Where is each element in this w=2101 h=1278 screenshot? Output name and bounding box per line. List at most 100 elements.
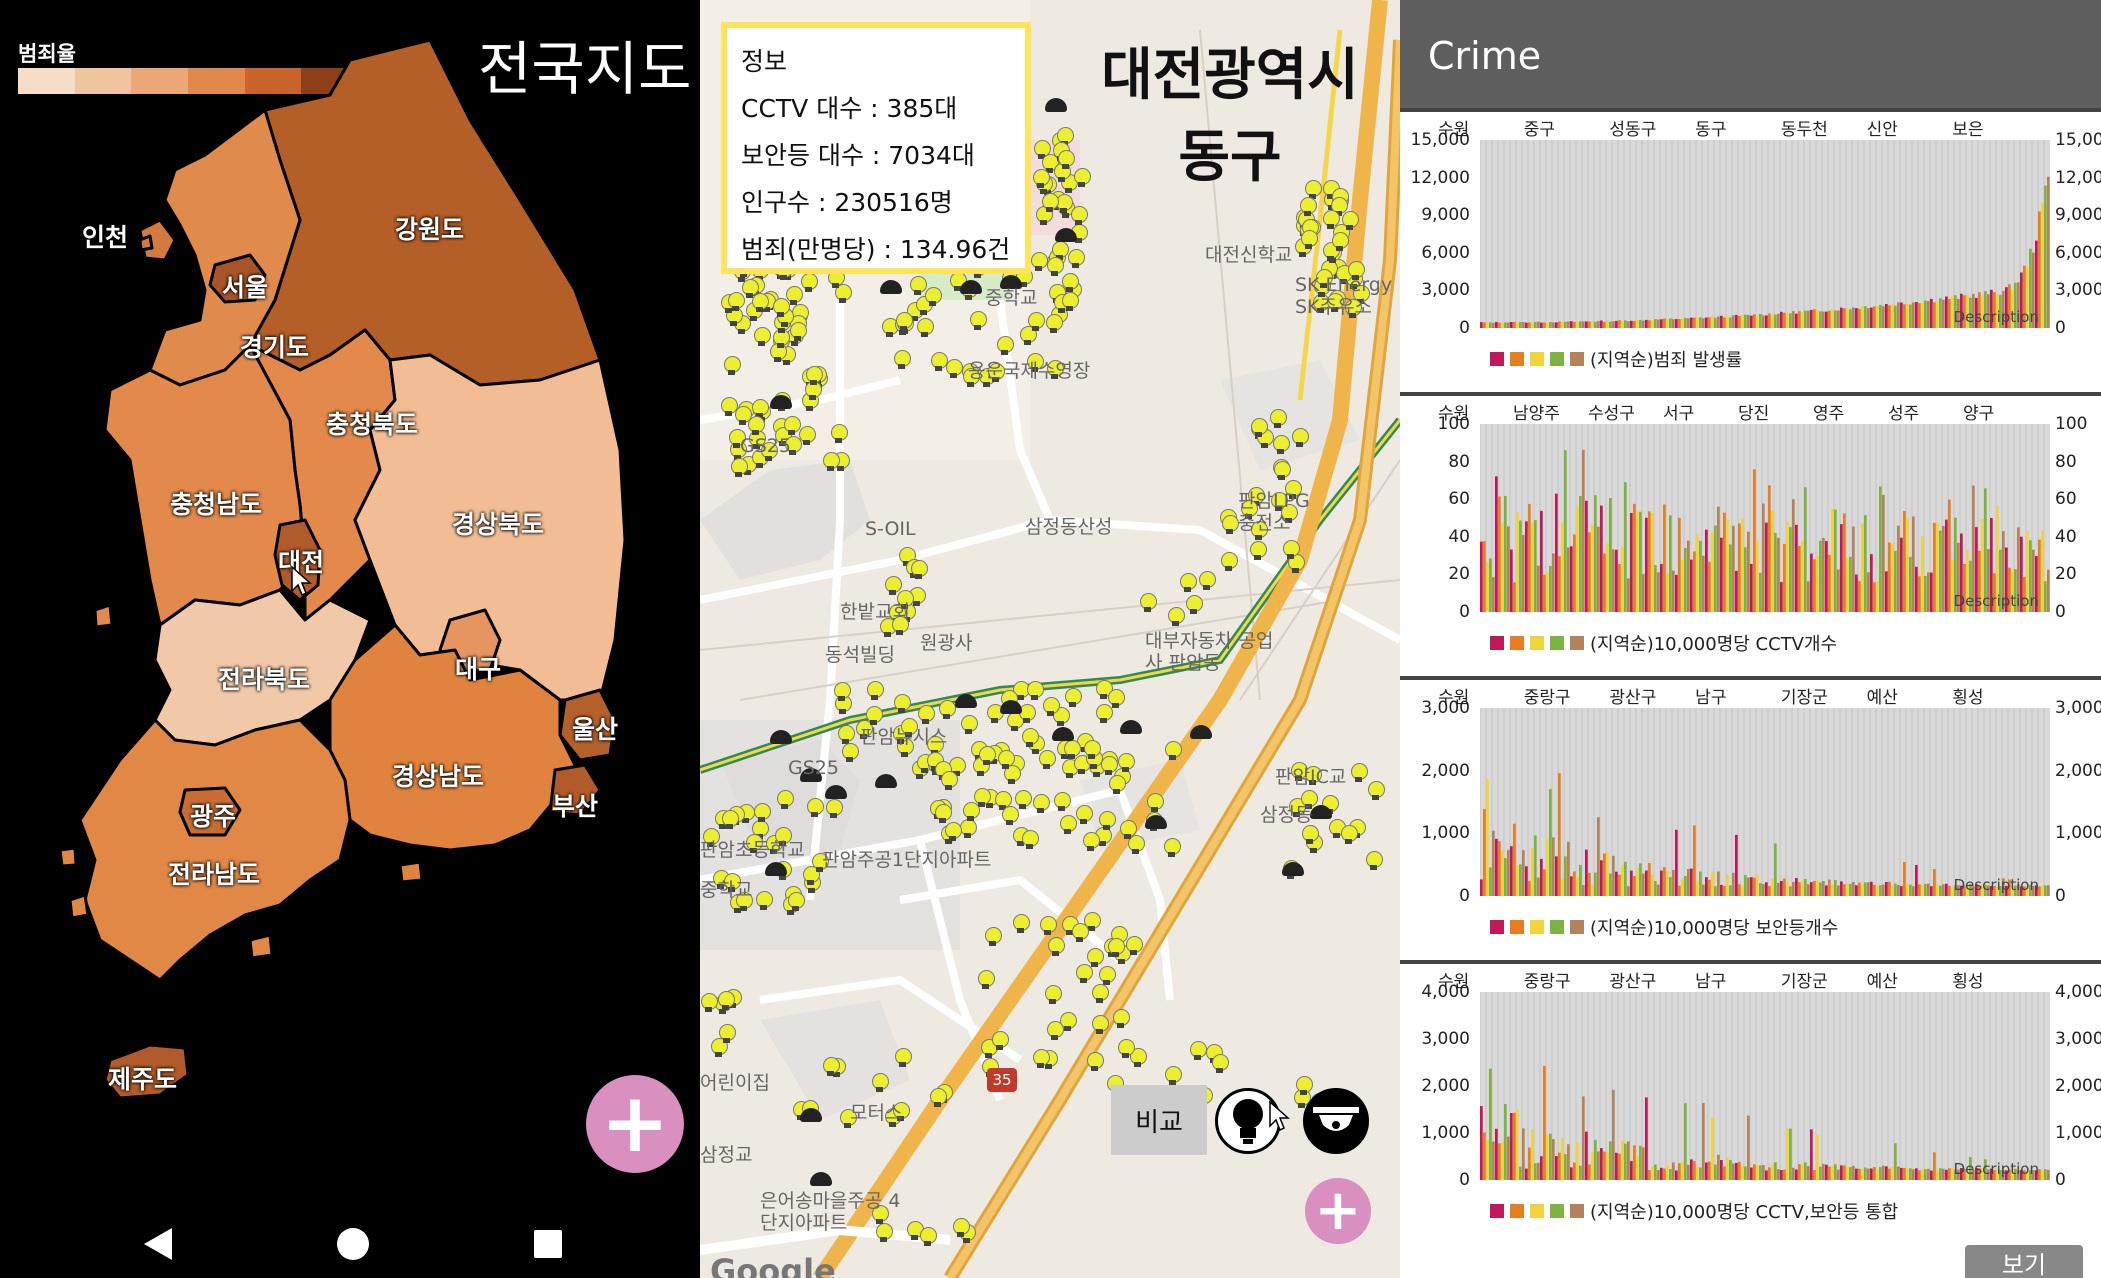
security-light-marker[interactable] <box>1022 727 1040 748</box>
security-light-marker[interactable] <box>985 926 1003 947</box>
security-light-marker[interactable] <box>1299 197 1317 217</box>
security-light-marker[interactable] <box>962 802 980 822</box>
security-light-marker[interactable] <box>961 715 979 735</box>
security-light-marker[interactable] <box>833 681 851 702</box>
security-light-marker[interactable] <box>1117 753 1135 773</box>
security-light-marker[interactable] <box>1291 427 1309 448</box>
security-light-marker[interactable] <box>1211 1053 1229 1074</box>
security-light-marker[interactable] <box>1044 984 1062 1005</box>
security-light-marker[interactable] <box>916 317 934 338</box>
security-light-marker[interactable] <box>1054 791 1072 812</box>
security-light-marker[interactable] <box>1270 408 1288 429</box>
security-light-marker[interactable] <box>1164 838 1182 858</box>
security-light-marker[interactable] <box>920 1226 938 1247</box>
security-light-marker[interactable] <box>1033 1048 1051 1069</box>
security-light-marker[interactable] <box>894 1047 912 1068</box>
security-light-marker[interactable] <box>969 310 987 331</box>
security-light-marker[interactable] <box>946 359 964 379</box>
security-light-marker[interactable] <box>1046 1020 1064 1041</box>
security-light-marker[interactable] <box>1002 805 1020 826</box>
security-light-marker[interactable] <box>1331 231 1349 252</box>
security-light-marker[interactable] <box>1351 762 1369 783</box>
security-light-marker[interactable] <box>1032 793 1050 814</box>
security-light-marker[interactable] <box>997 335 1015 356</box>
security-light-marker[interactable] <box>938 699 956 720</box>
security-light-marker[interactable] <box>1164 740 1182 761</box>
security-light-marker[interactable] <box>1062 291 1080 312</box>
security-light-marker[interactable] <box>1126 936 1144 956</box>
security-light-marker[interactable] <box>1092 1014 1110 1035</box>
chart-list[interactable]: 수원중구성동구동구동두천신안보은15,00015,00012,00012,000… <box>1400 108 2101 1278</box>
region-jeonnam[interactable] <box>78 718 352 982</box>
security-light-marker[interactable] <box>1075 805 1093 825</box>
security-light-marker[interactable] <box>1042 193 1060 213</box>
security-light-marker[interactable] <box>992 1030 1010 1051</box>
security-light-marker[interactable] <box>894 694 912 714</box>
security-light-marker[interactable] <box>1087 1052 1105 1072</box>
security-light-marker[interactable] <box>787 892 805 912</box>
security-light-marker[interactable] <box>1112 1009 1130 1029</box>
view-button[interactable]: 보기 <box>1965 1245 2083 1278</box>
security-light-marker[interactable] <box>1340 825 1358 845</box>
security-light-marker[interactable] <box>1367 781 1385 801</box>
security-light-marker[interactable] <box>1301 229 1319 250</box>
security-light-marker[interactable] <box>721 396 738 417</box>
home-circle-icon[interactable] <box>335 1226 371 1262</box>
security-light-marker[interactable] <box>1283 539 1301 560</box>
security-light-marker[interactable] <box>1046 314 1064 334</box>
security-light-marker[interactable] <box>754 802 772 823</box>
security-light-marker[interactable] <box>1199 570 1217 591</box>
security-light-marker[interactable] <box>978 745 996 766</box>
security-light-marker[interactable] <box>842 742 860 763</box>
security-light-marker[interactable] <box>701 992 719 1013</box>
security-light-marker[interactable] <box>1250 541 1268 561</box>
security-light-marker[interactable] <box>911 559 929 580</box>
security-light-marker[interactable] <box>977 970 995 990</box>
security-light-marker[interactable] <box>1028 311 1046 332</box>
security-light-marker[interactable] <box>1032 169 1050 189</box>
security-light-marker[interactable] <box>1189 1041 1207 1061</box>
security-light-marker[interactable] <box>1365 850 1383 871</box>
security-light-marker[interactable] <box>1108 937 1126 958</box>
security-light-marker[interactable] <box>1040 915 1058 936</box>
security-light-marker[interactable] <box>1140 593 1158 613</box>
security-light-marker[interactable] <box>944 821 962 842</box>
security-light-marker[interactable] <box>1098 810 1116 831</box>
security-light-marker[interactable] <box>1186 595 1204 615</box>
security-light-marker[interactable] <box>925 287 943 307</box>
security-light-marker[interactable] <box>721 810 739 830</box>
security-light-marker[interactable] <box>1047 936 1065 957</box>
security-light-marker[interactable] <box>742 279 760 299</box>
security-light-marker[interactable] <box>1059 815 1077 835</box>
security-light-marker[interactable] <box>884 575 902 596</box>
security-light-marker[interactable] <box>823 451 840 472</box>
security-light-marker[interactable] <box>1221 552 1239 572</box>
security-light-marker[interactable] <box>776 790 794 810</box>
security-light-marker[interactable] <box>1067 249 1085 269</box>
security-light-marker[interactable] <box>867 681 885 701</box>
security-light-marker[interactable] <box>1030 252 1048 272</box>
security-light-marker[interactable] <box>1082 831 1100 852</box>
security-light-marker[interactable] <box>941 771 959 791</box>
security-light-marker[interactable] <box>931 351 949 372</box>
security-light-marker[interactable] <box>1021 830 1039 850</box>
security-light-marker[interactable] <box>929 1087 947 1108</box>
security-light-marker[interactable] <box>807 797 825 818</box>
security-light-marker[interactable] <box>790 321 808 342</box>
security-light-marker[interactable] <box>1118 1039 1136 1059</box>
security-light-marker[interactable] <box>1222 514 1240 535</box>
security-light-marker[interactable] <box>727 292 745 312</box>
security-light-marker[interactable] <box>1301 825 1319 845</box>
security-light-marker[interactable] <box>952 1218 970 1238</box>
security-light-marker[interactable] <box>1272 434 1290 455</box>
security-light-marker[interactable] <box>1251 418 1269 438</box>
security-light-marker[interactable] <box>747 415 765 436</box>
security-light-marker[interactable] <box>1065 687 1083 708</box>
security-light-marker[interactable] <box>1042 696 1060 717</box>
back-triangle-icon[interactable] <box>140 1225 180 1263</box>
security-light-marker[interactable] <box>1027 681 1045 701</box>
security-light-marker[interactable] <box>1167 607 1185 627</box>
security-light-marker[interactable] <box>1120 820 1138 840</box>
security-light-marker[interactable] <box>753 326 771 347</box>
security-light-marker[interactable] <box>1012 914 1030 934</box>
